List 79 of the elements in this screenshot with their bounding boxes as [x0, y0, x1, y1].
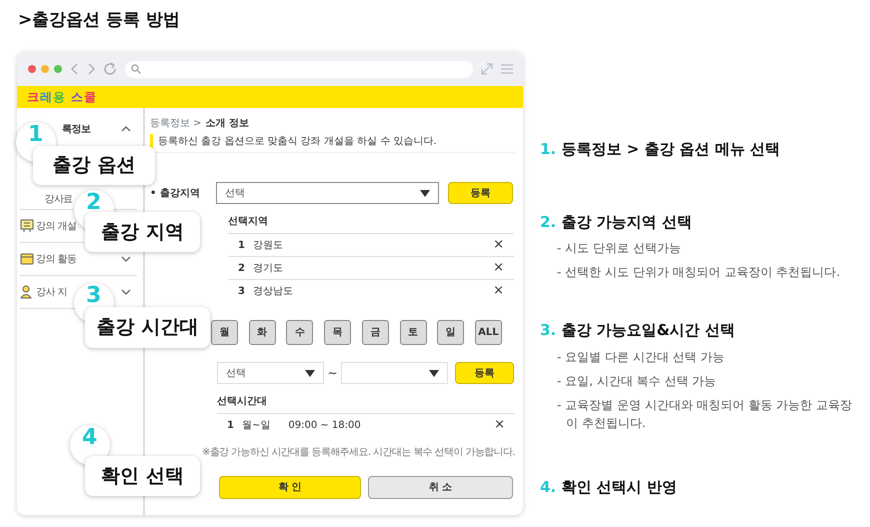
expand-icon[interactable]: [481, 63, 493, 75]
dropdown-caret-icon: [420, 190, 430, 196]
address-bar[interactable]: [125, 60, 473, 78]
sidebar-section[interactable]: 록정보: [62, 122, 90, 136]
register-button[interactable]: 등록: [455, 362, 514, 384]
breadcrumb-current: 소개 정보: [206, 117, 250, 131]
region-name: 경상남도: [252, 284, 293, 298]
step-note: - 교육장별 운영 시간대와 매칭되어 활동 가능한 교육장 이 추천됩니다.: [556, 396, 854, 432]
remove-icon[interactable]: ×: [493, 258, 504, 278]
menu-icon[interactable]: [501, 64, 513, 74]
chevron-up-icon[interactable]: [121, 126, 131, 132]
region-select[interactable]: 선택: [216, 182, 439, 204]
day-button[interactable]: ALL: [474, 320, 502, 345]
dropdown-caret-icon: [305, 370, 315, 376]
remove-icon[interactable]: ×: [493, 281, 504, 301]
person-icon: [20, 285, 34, 299]
day-button[interactable]: 일: [437, 320, 464, 345]
calendar-icon: [20, 252, 34, 266]
remove-icon[interactable]: ×: [493, 235, 504, 255]
callout-number: 3: [86, 285, 102, 307]
region-name: 경기도: [252, 262, 283, 276]
confirm-button[interactable]: 확 인: [219, 476, 361, 499]
select-value: 선택: [225, 186, 245, 200]
register-button[interactable]: 등록: [448, 182, 513, 204]
time-select[interactable]: [341, 362, 448, 384]
step-note: - 시도 단위로 선택가능: [556, 240, 682, 257]
row-number: 1: [227, 418, 234, 432]
row-number: 2: [238, 262, 245, 276]
step-title: 2. 출강 가능지역 선택: [540, 212, 693, 232]
forward-icon[interactable]: [87, 63, 95, 75]
list-title: 선택지역: [228, 215, 269, 229]
callout-label: 출강 지역: [85, 212, 200, 252]
region-name: 강원도: [252, 238, 283, 252]
callout-number: 4: [82, 427, 98, 449]
sidebar-item[interactable]: 강사 지: [36, 284, 67, 300]
day-button[interactable]: 목: [324, 320, 352, 345]
day-button[interactable]: 토: [400, 320, 427, 345]
search-icon: [131, 64, 141, 74]
day-button[interactable]: 수: [286, 320, 314, 345]
chevron-down-icon[interactable]: [121, 256, 131, 262]
step-note: - 요일, 시간대 복수 선택 가능: [556, 372, 718, 390]
row-number: 1: [238, 238, 245, 252]
list-title: 선택시간대: [217, 395, 268, 409]
step-title: 3. 출강 가능요일&시간 선택: [540, 320, 736, 341]
time-range: 09:00 ~ 18:00: [288, 418, 361, 432]
day-button[interactable]: 금: [362, 320, 389, 345]
site-logo[interactable]: 크레용 스쿨: [27, 88, 98, 106]
board-icon: [20, 219, 34, 233]
breadcrumb-link[interactable]: 등록정보 >: [150, 116, 202, 131]
dropdown-caret-icon: [429, 370, 439, 376]
step-note: - 요일별 다른 시간대 선택 가능: [556, 348, 726, 366]
day-button[interactable]: 화: [248, 320, 276, 345]
range-separator: ~: [326, 365, 339, 382]
chevron-down-icon[interactable]: [121, 289, 131, 295]
callout-number: 1: [28, 124, 44, 146]
sidebar-item[interactable]: 강의 활동: [36, 252, 76, 266]
callout-label: 출강 옵션: [33, 146, 155, 185]
field-label: • 출강지역: [150, 186, 201, 200]
callout-label: 확인 선택: [85, 456, 200, 496]
back-icon[interactable]: [71, 63, 79, 75]
step-note: - 선택한 시도 단위가 매칭되어 교육장이 추천됩니다.: [556, 264, 842, 281]
sidebar-subitem[interactable]: 강사료: [44, 192, 73, 207]
callout-label: 출강 시간대: [85, 307, 210, 348]
day-button[interactable]: 월: [211, 320, 238, 345]
callout-number: 2: [86, 192, 102, 214]
window-controls-icon: [27, 64, 63, 74]
time-select[interactable]: 선택: [217, 362, 324, 384]
step-title: 1. 등록정보 > 출강 옵션 메뉴 선택: [540, 139, 782, 160]
remove-icon[interactable]: ×: [494, 415, 505, 435]
notice-text: 등록하신 출강 옵션으로 맞춤식 강좌 개설을 하실 수 있습니다.: [158, 136, 437, 147]
page-title: >출강옵션 등록 방법: [18, 9, 180, 32]
sidebar-item[interactable]: 강의 개설: [36, 218, 76, 234]
step-title: 4. 확인 선택시 반영: [540, 476, 678, 498]
row-number: 3: [238, 284, 245, 298]
time-days: 월~일: [242, 418, 270, 432]
help-note: ※출강 가능하신 시간대를 등록해주세요. 시간대는 복수 선택이 가능합니다.: [202, 447, 515, 458]
cancel-button[interactable]: 취 소: [368, 476, 513, 499]
select-value: 선택: [226, 366, 246, 380]
reload-icon[interactable]: [103, 62, 117, 76]
